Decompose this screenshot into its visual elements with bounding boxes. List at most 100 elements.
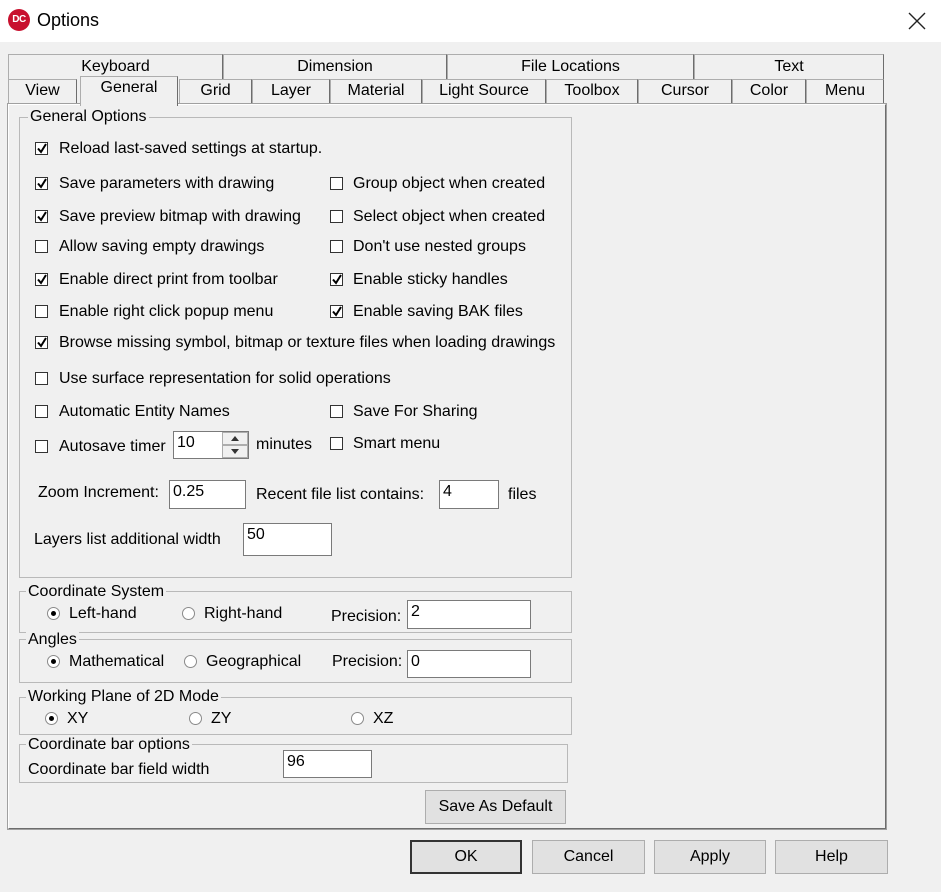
autosave-checkbox[interactable] (35, 440, 48, 453)
select-object-checkbox[interactable] (330, 210, 343, 223)
recent-files-label: Recent file list contains: (256, 486, 425, 503)
close-button[interactable] (898, 4, 936, 38)
left-hand-label[interactable]: Left-hand (69, 605, 137, 623)
tab-layer[interactable]: Layer (252, 79, 330, 104)
tab-cursor[interactable]: Cursor (638, 79, 732, 104)
right-hand-radio[interactable] (182, 607, 195, 620)
direct-print-checkbox[interactable] (35, 273, 48, 286)
allow-empty-label[interactable]: Allow saving empty drawings (59, 238, 264, 256)
zoom-increment-label: Zoom Increment: (38, 484, 159, 501)
tab-dimension[interactable]: Dimension (223, 54, 447, 80)
geographical-radio[interactable] (184, 655, 197, 668)
close-icon (908, 12, 926, 30)
surface-representation-label[interactable]: Use surface representation for solid ope… (59, 370, 391, 388)
auto-entity-names-label[interactable]: Automatic Entity Names (59, 403, 230, 421)
tab-general[interactable]: General (80, 76, 178, 106)
nested-groups-label[interactable]: Don't use nested groups (353, 238, 526, 256)
help-button[interactable]: Help (775, 840, 888, 874)
angles-legend: Angles (26, 631, 79, 649)
plane-zy-radio[interactable] (189, 712, 202, 725)
coord-bar-legend: Coordinate bar options (26, 736, 192, 754)
save-as-default-button[interactable]: Save As Default (425, 790, 566, 824)
save-sharing-label[interactable]: Save For Sharing (353, 403, 478, 421)
save-parameters-checkbox[interactable] (35, 177, 48, 190)
geographical-label[interactable]: Geographical (206, 653, 301, 671)
direct-print-label[interactable]: Enable direct print from toolbar (59, 271, 278, 289)
layers-width-label: Layers list additional width (34, 531, 221, 548)
surface-representation-checkbox[interactable] (35, 372, 48, 385)
plane-zy-label[interactable]: ZY (211, 710, 231, 728)
checkmark-icon (332, 274, 342, 285)
right-hand-label[interactable]: Right-hand (204, 605, 282, 623)
autosave-spin-up[interactable] (222, 432, 248, 445)
checkmark-icon (37, 178, 47, 189)
checkmark-icon (37, 274, 47, 285)
browse-missing-label[interactable]: Browse missing symbol, bitmap or texture… (59, 334, 555, 352)
plane-xz-label[interactable]: XZ (373, 710, 393, 728)
coordinate-system-legend: Coordinate System (26, 583, 167, 601)
group-object-label[interactable]: Group object when created (353, 175, 545, 193)
cancel-button[interactable]: Cancel (532, 840, 645, 874)
coord-bar-width-input[interactable]: 96 (283, 750, 372, 778)
tab-panel-general: General Options Reload last-saved settin… (7, 103, 887, 830)
apply-button[interactable]: Apply (654, 840, 766, 874)
angles-precision-label: Precision: (332, 653, 403, 670)
plane-xz-radio[interactable] (351, 712, 364, 725)
checkmark-icon (37, 143, 47, 154)
checkmark-icon (332, 306, 342, 317)
smart-menu-checkbox[interactable] (330, 437, 343, 450)
general-options-legend: General Options (28, 108, 149, 126)
chevron-up-icon (231, 436, 239, 441)
save-parameters-label[interactable]: Save parameters with drawing (59, 175, 274, 193)
tab-material[interactable]: Material (330, 79, 422, 104)
group-object-checkbox[interactable] (330, 177, 343, 190)
browse-missing-checkbox[interactable] (35, 336, 48, 349)
ok-button[interactable]: OK (410, 840, 522, 874)
auto-entity-names-checkbox[interactable] (35, 405, 48, 418)
sticky-handles-checkbox[interactable] (330, 273, 343, 286)
save-sharing-checkbox[interactable] (330, 405, 343, 418)
right-click-menu-label[interactable]: Enable right click popup menu (59, 303, 273, 321)
tab-color[interactable]: Color (732, 79, 806, 104)
mathematical-radio[interactable] (47, 655, 60, 668)
plane-xy-label[interactable]: XY (67, 710, 88, 728)
chevron-down-icon (231, 449, 239, 454)
coord-bar-width-label: Coordinate bar field width (28, 761, 210, 778)
smart-menu-label[interactable]: Smart menu (353, 435, 440, 453)
left-hand-radio[interactable] (47, 607, 60, 620)
mathematical-label[interactable]: Mathematical (69, 653, 164, 671)
tab-file-locations[interactable]: File Locations (447, 54, 694, 80)
bak-files-label[interactable]: Enable saving BAK files (353, 303, 523, 321)
sticky-handles-label[interactable]: Enable sticky handles (353, 271, 508, 289)
save-preview-label[interactable]: Save preview bitmap with drawing (59, 208, 301, 226)
bak-files-checkbox[interactable] (330, 305, 343, 318)
tab-text[interactable]: Text (694, 54, 884, 80)
tab-toolbox[interactable]: Toolbox (546, 79, 638, 104)
angles-precision-input[interactable]: 0 (407, 650, 531, 678)
reload-settings-label[interactable]: Reload last-saved settings at startup. (59, 140, 322, 158)
save-preview-checkbox[interactable] (35, 210, 48, 223)
tab-menu[interactable]: Menu (806, 79, 884, 104)
tab-view[interactable]: View (8, 79, 77, 104)
nested-groups-checkbox[interactable] (330, 240, 343, 253)
allow-empty-checkbox[interactable] (35, 240, 48, 253)
window-title: Options (37, 10, 100, 30)
zoom-increment-input[interactable]: 0.25 (169, 480, 246, 509)
autosave-spin-down[interactable] (222, 445, 248, 458)
title-bar: DC Options (0, 0, 941, 42)
autosave-label[interactable]: Autosave timer (59, 438, 166, 456)
app-logo-icon: DC (8, 9, 30, 31)
right-click-menu-checkbox[interactable] (35, 305, 48, 318)
checkmark-icon (37, 211, 47, 222)
tab-grid[interactable]: Grid (179, 79, 252, 104)
recent-files-unit-label: files (508, 486, 537, 503)
tab-light-source[interactable]: Light Source (422, 79, 546, 104)
reload-settings-checkbox[interactable] (35, 142, 48, 155)
working-plane-legend: Working Plane of 2D Mode (26, 688, 221, 706)
autosave-unit-label: minutes (256, 436, 313, 453)
coord-precision-input[interactable]: 2 (407, 600, 531, 629)
recent-files-input[interactable]: 4 (439, 480, 499, 509)
layers-width-input[interactable]: 50 (243, 523, 332, 556)
select-object-label[interactable]: Select object when created (353, 208, 545, 226)
plane-xy-radio[interactable] (45, 712, 58, 725)
